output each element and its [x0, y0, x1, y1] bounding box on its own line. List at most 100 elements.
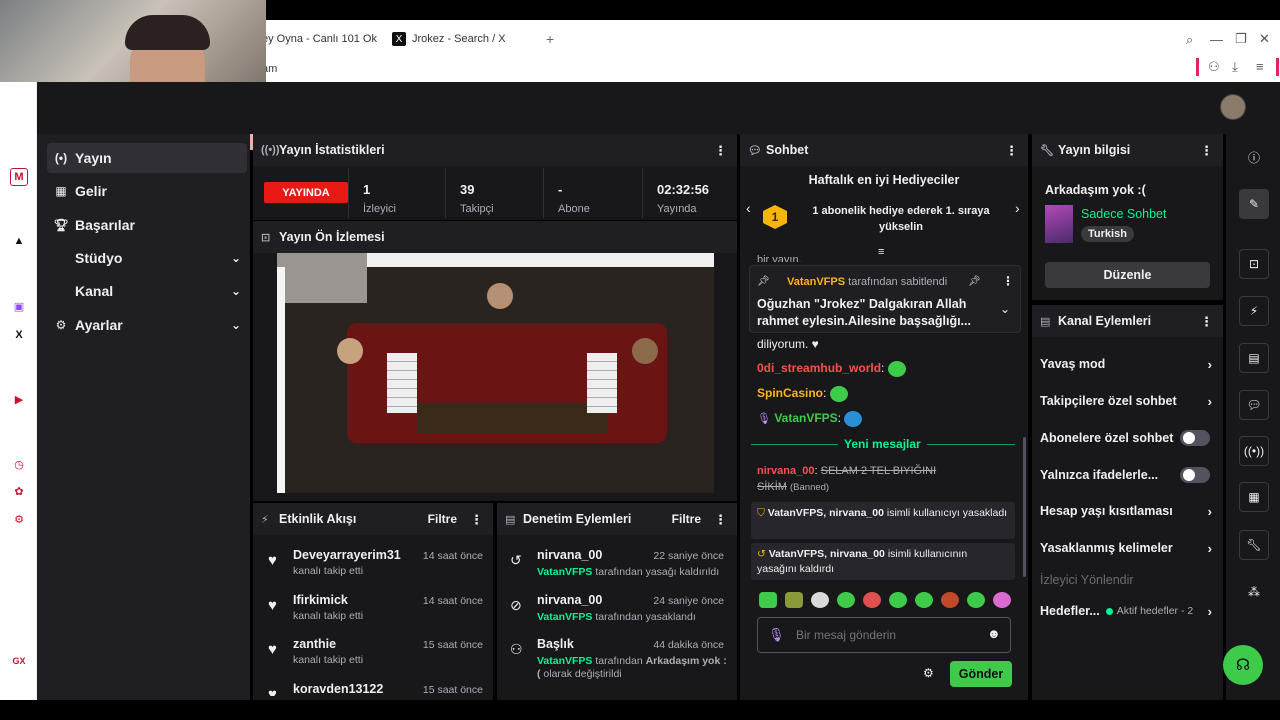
more-icon[interactable]: ⋮ — [1005, 143, 1018, 159]
mail-icon[interactable]: M — [10, 168, 28, 186]
info-icon[interactable]: ⓘ — [1239, 142, 1269, 172]
broadcast-icon[interactable]: ((•)) — [1239, 436, 1269, 466]
mod-actor[interactable]: VatanVFPS — [537, 566, 592, 578]
chat-icon[interactable]: 💬︎ — [1239, 390, 1269, 420]
sys-actor[interactable]: VatanVFPS, — [768, 507, 826, 519]
emote-icon[interactable] — [785, 592, 803, 608]
emote-only-toggle[interactable] — [1180, 467, 1210, 483]
restore-icon[interactable]: ❐ — [1235, 31, 1247, 47]
mod-actor[interactable]: VatanVFPS — [537, 611, 592, 623]
activity-user[interactable]: koravden13122 — [293, 682, 383, 696]
emote-icon[interactable] — [887, 361, 906, 377]
search-icon[interactable]: ⌕ — [1186, 32, 1193, 48]
subs-only-toggle[interactable] — [1180, 430, 1210, 446]
emote-icon[interactable] — [863, 592, 881, 608]
action-banned-words[interactable]: Yasaklanmış kelimeler › — [1040, 536, 1220, 560]
stream-preview[interactable] — [277, 253, 714, 493]
player-icon[interactable]: ▶ — [10, 390, 28, 408]
action-account-age[interactable]: Hesap yaşı kısıtlaması › — [1040, 499, 1220, 523]
more-icon[interactable]: ⋮ — [1002, 274, 1014, 288]
new-tab-button[interactable]: + — [546, 28, 560, 50]
lightning-icon[interactable]: ⚡ — [1239, 296, 1269, 326]
wrench-icon[interactable]: 🔧︎ — [1239, 530, 1269, 560]
nav-item-gelir[interactable]: ▦ Gelir — [47, 176, 247, 206]
browser-tab-oyna[interactable]: ey Oyna - Canlı 101 Ok — [262, 28, 377, 50]
activity-user[interactable]: Deveyarrayerim31 — [293, 548, 401, 562]
twitch-icon[interactable]: ▣ — [10, 297, 28, 315]
emote-icon[interactable] — [844, 411, 863, 427]
chat-input[interactable] — [796, 624, 976, 646]
chat-user[interactable]: nirvana_00 — [757, 465, 814, 477]
avatar[interactable] — [1220, 94, 1246, 120]
more-icon[interactable]: ⋮ — [1200, 314, 1213, 330]
category-link[interactable]: Sadece Sohbet — [1081, 207, 1167, 221]
expand-icon[interactable]: ⌄ — [1000, 302, 1010, 316]
mod-target[interactable]: nirvana_00 — [537, 548, 602, 562]
menu-icon[interactable]: ≡ — [1256, 59, 1264, 74]
activity-user[interactable]: zanthie — [293, 637, 336, 651]
chat-user[interactable]: SpinCasino — [757, 386, 823, 400]
language-tag[interactable]: Turkish — [1081, 226, 1134, 242]
activity-user[interactable]: Ifirkimick — [293, 593, 348, 607]
emote-icon[interactable] — [837, 592, 855, 608]
chat-user[interactable]: 0di_streamhub_world — [757, 361, 881, 375]
x-icon[interactable]: X — [10, 326, 28, 344]
nav-item-studyo[interactable]: Stüdyo ⌄ — [47, 243, 247, 273]
chat-scrollbar[interactable] — [1023, 437, 1026, 577]
send-button[interactable]: Gönder — [950, 661, 1012, 687]
action-slow-mode[interactable]: Yavaş mod › — [1040, 352, 1220, 376]
support-icon[interactable]: ☊ — [1223, 645, 1263, 685]
chevron-right-icon[interactable]: › — [1015, 200, 1020, 216]
chat-user[interactable]: VatanVFPS — [774, 411, 837, 425]
action-goals[interactable]: Hedefler... Aktif hedefler - 2 › — [1040, 599, 1220, 623]
sys-actor[interactable]: VatanVFPS, — [769, 548, 827, 560]
chat-settings-icon[interactable]: ⚙ — [923, 666, 934, 680]
apps-icon[interactable]: ⁂ — [1239, 577, 1269, 607]
mic-icon[interactable]: 🎙︎ — [768, 627, 785, 643]
arrow-logo-icon[interactable]: ▲ — [10, 232, 28, 250]
more-icon[interactable]: ⋮ — [714, 512, 727, 528]
screenshot-icon[interactable]: ⊡ — [1239, 249, 1269, 279]
more-icon[interactable]: ⋮ — [1200, 143, 1213, 159]
pinned-user[interactable]: VatanVFPS — [787, 276, 845, 288]
pinned-message[interactable]: 📌︎ VatanVFPS tarafından sabitlendi 📌︎ ⋮ … — [749, 265, 1021, 333]
more-icon[interactable]: ⋮ — [470, 512, 483, 528]
collapse-icon[interactable]: ≡ — [878, 246, 884, 258]
close-icon[interactable]: ✕ — [1259, 31, 1270, 47]
edit-button[interactable]: Düzenle — [1045, 262, 1210, 288]
emote-icon[interactable] — [811, 592, 829, 608]
mod-actor[interactable]: VatanVFPS — [537, 655, 592, 667]
nav-item-kanal[interactable]: Kanal ⌄ — [47, 276, 247, 306]
emoji-icon[interactable]: ☻ — [987, 626, 1001, 641]
emote-icon[interactable] — [967, 592, 985, 608]
chevron-left-icon[interactable]: ‹ — [746, 200, 751, 216]
nav-item-basarilar[interactable]: 🏆︎ Başarılar — [47, 210, 247, 240]
category-boxart[interactable] — [1045, 205, 1073, 243]
extensions-icon[interactable]: ✿ — [10, 482, 28, 500]
emote-icon[interactable] — [759, 592, 777, 608]
download-icon[interactable]: ⤓ — [1232, 59, 1238, 75]
unpin-icon[interactable]: 📌︎ — [968, 276, 981, 287]
account-icon[interactable]: ⚇ — [1208, 59, 1220, 75]
emote-icon[interactable] — [993, 592, 1011, 608]
minimize-icon[interactable]: — — [1210, 32, 1223, 47]
emote-icon[interactable] — [915, 592, 933, 608]
browser-tab-x[interactable]: X Jrokez - Search / X — [392, 28, 532, 50]
nav-item-ayarlar[interactable]: ⚙ Ayarlar ⌄ — [47, 310, 247, 340]
emote-icon[interactable] — [889, 592, 907, 608]
pencil-icon[interactable]: ✎ — [1239, 189, 1269, 219]
emote-icon[interactable] — [941, 592, 959, 608]
filter-button[interactable]: Filtre — [428, 512, 457, 526]
filter-button[interactable]: Filtre — [672, 512, 701, 526]
sys-target[interactable]: nirvana_00 — [830, 548, 885, 560]
mod-target[interactable]: nirvana_00 — [537, 593, 602, 607]
sys-target[interactable]: nirvana_00 — [829, 507, 884, 519]
history-icon[interactable]: ◷ — [10, 455, 28, 473]
emote-icon[interactable] — [829, 386, 848, 402]
action-followers-only[interactable]: Takipçilere özel sohbet › — [1040, 389, 1220, 413]
nav-item-yayin[interactable]: (•) Yayın — [47, 143, 247, 173]
settings-icon[interactable]: ⚙ — [10, 510, 28, 528]
address-bar[interactable]: am — [262, 58, 302, 80]
layout-icon[interactable]: ▦ — [1239, 482, 1269, 512]
notes-icon[interactable]: ▤ — [1239, 343, 1269, 373]
